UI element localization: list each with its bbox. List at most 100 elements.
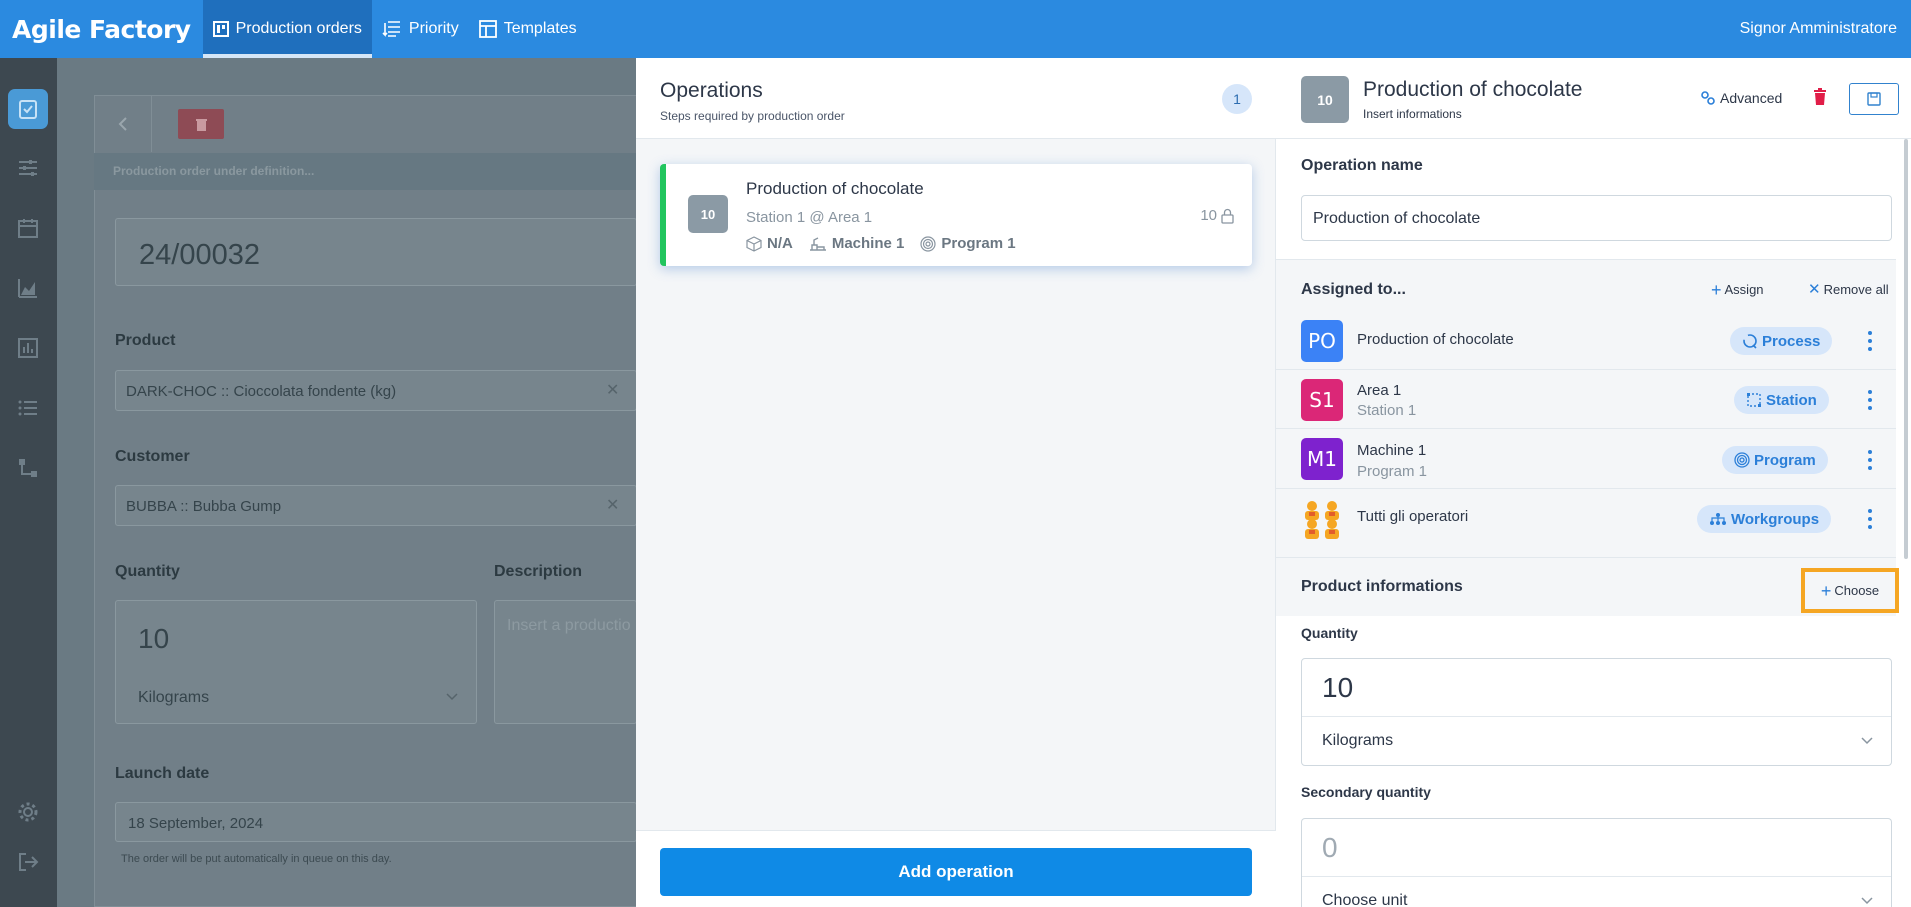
- add-operation-button[interactable]: Add operation: [660, 848, 1252, 896]
- assignment-sub: Program 1: [1357, 463, 1428, 480]
- sidebar-item-sliders[interactable]: [8, 148, 48, 188]
- station-pill[interactable]: Station: [1734, 386, 1829, 414]
- description-field[interactable]: Insert a productio: [494, 600, 637, 724]
- gears-icon: [1701, 91, 1715, 105]
- template-icon: [478, 20, 497, 38]
- nav-label: Priority: [408, 20, 459, 37]
- quantity-value: 10: [1322, 672, 1354, 703]
- more-options-icon[interactable]: [1868, 331, 1872, 351]
- priority-icon: [382, 21, 400, 37]
- pill-label: Process: [1762, 332, 1821, 350]
- delete-order-button[interactable]: [178, 109, 224, 139]
- product-select[interactable]: DARK-CHOC :: Cioccolata fondente (kg) ✕: [115, 370, 637, 411]
- delete-operation-button[interactable]: [1813, 88, 1827, 110]
- order-status: Production order under definition...: [113, 164, 315, 178]
- order-code-field[interactable]: 24/00032: [115, 218, 637, 286]
- operation-name-input[interactable]: Production of chocolate: [1301, 195, 1892, 241]
- chevron-down-icon[interactable]: [1861, 737, 1873, 745]
- program-icon: [1734, 452, 1750, 468]
- operations-footer: Add operation: [636, 830, 1276, 907]
- sidebar-item-logout[interactable]: [8, 842, 48, 882]
- operation-number: 10: [688, 195, 728, 233]
- remove-all-button[interactable]: ✕ Remove all: [1808, 280, 1889, 298]
- user-menu[interactable]: Signor Amministratore: [1740, 0, 1911, 58]
- quantity-field[interactable]: 10 Kilograms: [115, 600, 477, 724]
- sidebar-item-area-chart[interactable]: [8, 268, 48, 308]
- sidebar-item-workflow[interactable]: [8, 448, 48, 488]
- customer-value: BUBBA :: Bubba Gump: [126, 498, 282, 515]
- secondary-quantity-input[interactable]: 0 Choose unit: [1301, 818, 1892, 907]
- assign-label: Assign: [1724, 282, 1764, 297]
- chevron-left-icon: [118, 116, 127, 131]
- quantity-label: Quantity: [1301, 625, 1358, 641]
- workflow-icon: [19, 459, 37, 477]
- secondary-quantity-value: 0: [1322, 832, 1338, 863]
- product-info-label: Product informations: [1301, 578, 1463, 595]
- clear-icon[interactable]: ✕: [606, 495, 619, 515]
- divider: [1276, 557, 1896, 558]
- workgroups-pill[interactable]: Workgroups: [1697, 505, 1832, 533]
- operations-panel: Operations Steps required by production …: [636, 58, 1276, 907]
- close-icon: ✕: [1808, 280, 1821, 298]
- process-pill[interactable]: Process: [1730, 327, 1833, 355]
- quantity-label: Quantity: [115, 563, 180, 580]
- assign-button[interactable]: + Assign: [1711, 279, 1764, 300]
- launch-date-field[interactable]: 18 September, 2024: [115, 802, 637, 842]
- station-icon: [1747, 393, 1761, 407]
- sidebar-item-settings[interactable]: [8, 792, 48, 832]
- chevron-down-icon[interactable]: [1861, 897, 1873, 905]
- sidebar-item-list[interactable]: [8, 388, 48, 428]
- advanced-label: Advanced: [1720, 90, 1783, 106]
- operations-header: Operations Steps required by production …: [636, 58, 1276, 139]
- advanced-button[interactable]: Advanced: [1700, 90, 1782, 106]
- brand-logo[interactable]: Agile Factory: [0, 0, 203, 58]
- operation-location: Station 1 @ Area 1: [746, 209, 873, 226]
- calendar-icon: [18, 219, 38, 238]
- more-options-icon[interactable]: [1868, 509, 1872, 529]
- operation-card[interactable]: 10 Production of chocolate Station 1 @ A…: [660, 164, 1252, 266]
- customer-select[interactable]: BUBBA :: Bubba Gump ✕: [115, 485, 637, 526]
- assignment-sub: Station 1: [1357, 402, 1417, 419]
- operation-quantity: 10: [1200, 207, 1234, 224]
- quantity-input[interactable]: 10 Kilograms: [1301, 658, 1892, 766]
- sliders-icon: [19, 160, 37, 176]
- operations-title: Operations: [660, 79, 763, 102]
- sidebar-item-calendar[interactable]: [8, 208, 48, 248]
- plus-icon: +: [1711, 279, 1722, 300]
- back-button[interactable]: [94, 95, 152, 152]
- detail-operation-number: 10: [1301, 76, 1349, 123]
- chevron-down-icon: [446, 693, 458, 701]
- bar-chart-icon: [18, 338, 38, 358]
- sidebar-item-orders[interactable]: [8, 89, 48, 129]
- choose-button[interactable]: + Choose: [1801, 568, 1899, 613]
- assignment-row-workgroups[interactable]: Tutti gli operatori Workgroups: [1276, 489, 1896, 548]
- save-icon: [1867, 92, 1881, 106]
- operation-machine: Machine 1: [809, 235, 904, 252]
- save-button[interactable]: [1849, 83, 1899, 115]
- clipboard-icon: [19, 100, 37, 119]
- launch-date-hint: The order will be put automatically in q…: [121, 853, 392, 865]
- more-options-icon[interactable]: [1868, 450, 1872, 470]
- avatar: PO: [1301, 320, 1343, 362]
- box-icon: [746, 235, 762, 252]
- nav-templates[interactable]: Templates: [469, 0, 587, 58]
- nav-production-orders[interactable]: Production orders: [202, 0, 372, 58]
- launch-date-label: Launch date: [115, 765, 210, 782]
- machine-icon: [809, 236, 826, 251]
- assignment-row-program[interactable]: M1 Machine 1 Program 1 Program: [1276, 429, 1896, 489]
- trash-icon: [1814, 88, 1826, 105]
- remove-all-label: Remove all: [1823, 282, 1889, 297]
- operation-quantity-value: 10: [1200, 207, 1217, 224]
- scrollbar[interactable]: [1904, 139, 1908, 559]
- program-pill[interactable]: Program: [1722, 446, 1828, 474]
- more-options-icon[interactable]: [1868, 390, 1872, 410]
- assignment-row-process[interactable]: PO Production of chocolate Process: [1276, 311, 1896, 370]
- sidebar-item-bar-chart[interactable]: [8, 328, 48, 368]
- assignment-row-station[interactable]: S1 Area 1 Station 1 Station: [1276, 370, 1896, 429]
- nav-label: Production orders: [235, 20, 362, 37]
- operations-count-badge: 1: [1222, 84, 1252, 114]
- operation-program: Program 1: [920, 235, 1016, 252]
- nav-priority[interactable]: Priority: [372, 0, 469, 58]
- detail-header: 10 Production of chocolate Insert inform…: [1276, 58, 1911, 139]
- clear-icon[interactable]: ✕: [606, 380, 619, 400]
